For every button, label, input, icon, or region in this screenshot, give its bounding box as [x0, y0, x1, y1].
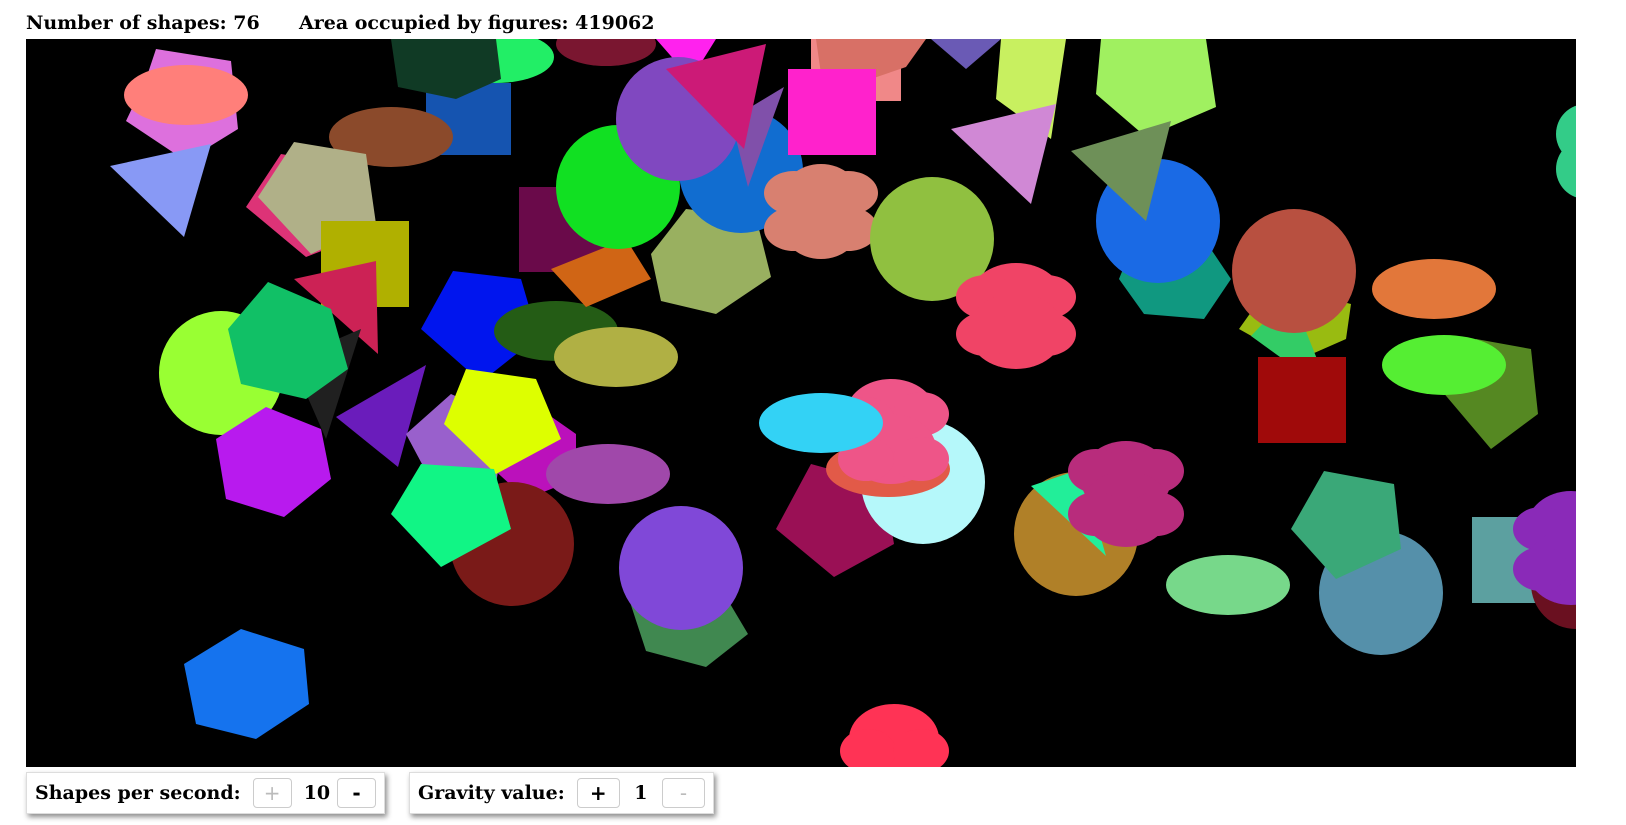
- gravity-value: 1: [634, 782, 648, 804]
- shapes-per-second-increase-button[interactable]: +: [252, 778, 292, 808]
- shape-ellipse: [546, 444, 670, 504]
- stats-bar: Number of shapes: 76 Area occupied by fi…: [26, 12, 654, 34]
- shapes-per-second-decrease-button[interactable]: -: [336, 778, 376, 808]
- shape-square: [1258, 357, 1346, 443]
- shape-ellipse: [124, 65, 248, 125]
- shape-flower: [1068, 441, 1184, 547]
- shape-ellipse: [1166, 555, 1290, 615]
- shape-circle: [619, 506, 743, 630]
- area-value: 419062: [575, 12, 655, 34]
- shape-square: [788, 69, 876, 155]
- shape-ellipse: [759, 393, 883, 453]
- shape-ellipse: [554, 327, 678, 387]
- gravity-panel: Gravity value: + 1 -: [409, 772, 714, 814]
- shapes-count-label: Number of shapes:: [26, 12, 227, 34]
- shape-ellipse: [1372, 259, 1496, 319]
- shape-ellipse: [1382, 335, 1506, 395]
- shapes-per-second-label: Shapes per second:: [35, 782, 241, 804]
- shapes-canvas[interactable]: [26, 39, 1576, 767]
- shapes-per-second-value: 10: [303, 782, 331, 804]
- shapes-per-second-panel: Shapes per second: + 10 -: [26, 772, 385, 814]
- gravity-label: Gravity value:: [418, 782, 565, 804]
- gravity-decrease-button[interactable]: -: [661, 778, 705, 808]
- shapes-count-value: 76: [233, 12, 260, 34]
- shape-flower: [764, 164, 878, 259]
- area-label: Area occupied by figures:: [298, 12, 569, 34]
- shape-flower: [956, 263, 1076, 369]
- gravity-increase-button[interactable]: +: [576, 778, 620, 808]
- shape-circle: [1232, 209, 1356, 333]
- shapes-drawing: [26, 39, 1576, 767]
